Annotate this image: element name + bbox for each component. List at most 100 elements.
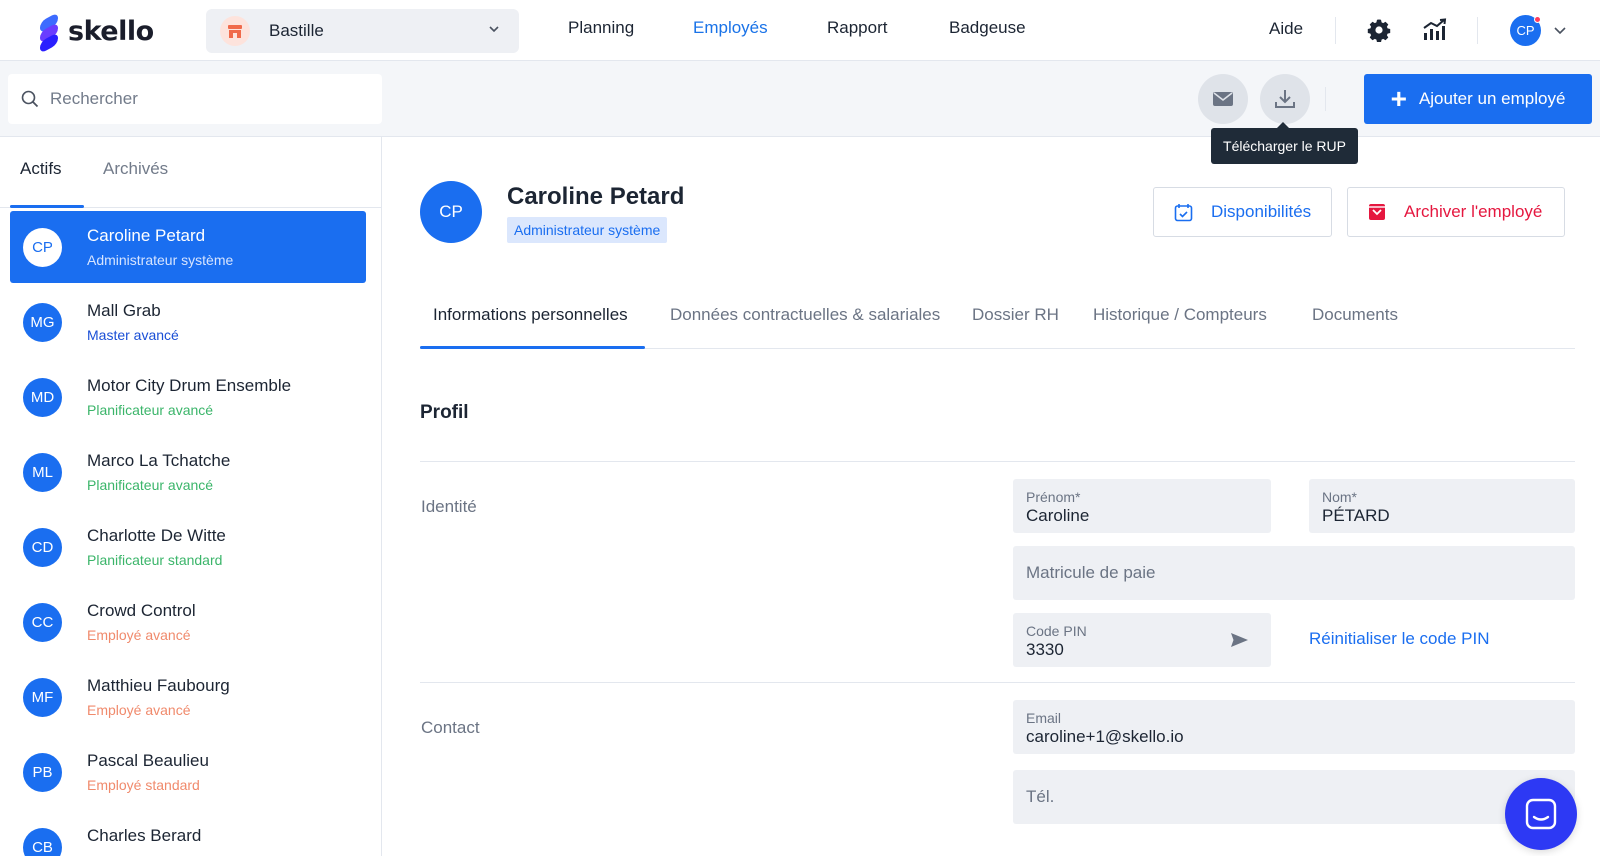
search-box[interactable] bbox=[8, 74, 382, 124]
lastname-field[interactable]: Nom* PÉTARD bbox=[1309, 479, 1575, 533]
skello-logo-icon bbox=[38, 12, 60, 54]
field-label: Email bbox=[1026, 710, 1062, 726]
employee-role: Employé avancé bbox=[87, 702, 191, 718]
availability-button[interactable]: Disponibilités bbox=[1153, 187, 1332, 237]
field-placeholder: Matricule de paie bbox=[1026, 563, 1156, 582]
download-icon bbox=[1275, 90, 1295, 108]
employee-list-item[interactable]: MG Mall Grab Master avancé bbox=[10, 286, 366, 358]
employee-list-item[interactable]: MD Motor City Drum Ensemble Planificateu… bbox=[10, 361, 366, 433]
send-email-button[interactable] bbox=[1198, 74, 1248, 124]
avatar: PB bbox=[23, 753, 62, 792]
avatar-initials: CP bbox=[1516, 23, 1535, 38]
avatar: ML bbox=[23, 453, 62, 492]
skello-logo[interactable]: skello bbox=[38, 12, 154, 54]
employee-list-item[interactable]: CC Crowd Control Employé avancé bbox=[10, 586, 366, 658]
avatar: CB bbox=[23, 828, 62, 856]
employee-name: Charlotte De Witte bbox=[87, 526, 226, 545]
page-title: Caroline Petard bbox=[507, 183, 685, 210]
employee-role: Planificateur standard bbox=[87, 552, 223, 568]
user-avatar[interactable]: CP bbox=[1510, 15, 1541, 46]
reset-pin-link[interactable]: Réinitialiser le code PIN bbox=[1309, 629, 1489, 649]
employee-name: Motor City Drum Ensemble bbox=[87, 376, 292, 395]
divider bbox=[420, 461, 1575, 462]
chat-launcher-button[interactable] bbox=[1505, 778, 1577, 850]
calendar-check-icon bbox=[1174, 203, 1193, 221]
archive-icon bbox=[1369, 204, 1385, 220]
nav-planning[interactable]: Planning bbox=[568, 18, 634, 38]
employee-name: Caroline Petard bbox=[87, 226, 206, 245]
tab-archives[interactable]: Archivés bbox=[103, 159, 168, 179]
avatar: CC bbox=[23, 603, 62, 642]
shop-selector[interactable]: Bastille bbox=[206, 9, 519, 53]
email-field[interactable]: Email caroline+1@skello.io bbox=[1013, 700, 1575, 754]
profile-tabs: Informations personnelles Données contra… bbox=[420, 287, 1575, 349]
employee-list-item[interactable]: CD Charlotte De Witte Planificateur stan… bbox=[10, 511, 366, 583]
employee-role: Employé standard bbox=[87, 777, 200, 793]
tab-hr-file[interactable]: Dossier RH bbox=[972, 305, 1059, 325]
search-icon bbox=[21, 90, 39, 108]
nav-rapport[interactable]: Rapport bbox=[827, 18, 887, 38]
field-value: caroline+1@skello.io bbox=[1026, 727, 1184, 746]
nav-badgeuse[interactable]: Badgeuse bbox=[949, 18, 1026, 38]
chevron-down-icon[interactable] bbox=[1553, 26, 1567, 36]
avatar: CD bbox=[23, 528, 62, 567]
logo-text: skello bbox=[68, 15, 154, 47]
firstname-field[interactable]: Prénom* Caroline bbox=[1013, 479, 1271, 533]
field-placeholder: Tél. bbox=[1026, 787, 1055, 806]
avatar: MG bbox=[23, 303, 62, 342]
field-label: Nom* bbox=[1322, 489, 1358, 505]
tab-contract-salary[interactable]: Données contractuelles & salariales bbox=[670, 305, 940, 325]
shop-icon bbox=[220, 16, 250, 46]
employee-name: Marco La Tchatche bbox=[87, 451, 231, 470]
employee-list-item[interactable]: CB Charles Berard bbox=[10, 811, 366, 856]
field-value: Caroline bbox=[1026, 506, 1090, 525]
plus-icon: + bbox=[1390, 83, 1407, 114]
employee-list-item[interactable]: ML Marco La Tchatche Planificateur avanc… bbox=[10, 436, 366, 508]
employee-role: Administrateur système bbox=[87, 252, 234, 268]
field-label: Code PIN bbox=[1026, 623, 1087, 639]
tab-actifs[interactable]: Actifs bbox=[20, 159, 62, 179]
active-tab-indicator bbox=[420, 346, 645, 349]
download-rup-tooltip: Télécharger le RUP bbox=[1211, 122, 1358, 164]
payroll-id-field[interactable]: Matricule de paie bbox=[1013, 546, 1575, 600]
tab-documents[interactable]: Documents bbox=[1312, 305, 1398, 325]
analytics-icon[interactable] bbox=[1422, 18, 1447, 41]
tab-history-counters[interactable]: Historique / Compteurs bbox=[1093, 305, 1267, 325]
help-link[interactable]: Aide bbox=[1269, 19, 1303, 39]
employee-name: Pascal Beaulieu bbox=[87, 751, 209, 770]
tab-personal-info[interactable]: Informations personnelles bbox=[433, 305, 628, 325]
add-employee-button[interactable]: + Ajouter un employé bbox=[1364, 74, 1592, 124]
gear-icon[interactable] bbox=[1367, 18, 1391, 42]
employee-detail: CP Caroline Petard Administrateur systèm… bbox=[383, 137, 1600, 856]
employee-role: Planificateur avancé bbox=[87, 477, 214, 493]
profile-avatar: CP bbox=[420, 181, 482, 243]
employee-list-item[interactable]: MF Matthieu Faubourg Employé avancé bbox=[10, 661, 366, 733]
section-title: Profil bbox=[420, 402, 469, 423]
divider bbox=[1477, 17, 1478, 44]
mail-icon bbox=[1213, 92, 1233, 106]
employee-name: Charles Berard bbox=[87, 826, 202, 845]
top-bar: skello Bastille Planning Employés Rappor… bbox=[0, 0, 1600, 61]
shop-label: Bastille bbox=[269, 21, 324, 40]
contact-label: Contact bbox=[421, 718, 480, 737]
notification-dot bbox=[1534, 16, 1541, 23]
toolbar: + Ajouter un employé bbox=[0, 61, 1600, 137]
employee-list-item[interactable]: CP Caroline Petard Administrateur systèm… bbox=[10, 211, 366, 283]
avatar: MF bbox=[23, 678, 62, 717]
send-icon[interactable] bbox=[1230, 632, 1249, 648]
role-badge: Administrateur système bbox=[507, 217, 668, 243]
archive-employee-button[interactable]: Archiver l'employé bbox=[1347, 187, 1565, 237]
employee-role: Master avancé bbox=[87, 327, 179, 343]
search-input[interactable] bbox=[50, 89, 350, 109]
field-label: Prénom* bbox=[1026, 489, 1081, 505]
field-value: 3330 bbox=[1026, 640, 1064, 659]
identity-label: Identité bbox=[421, 497, 477, 516]
nav-employes[interactable]: Employés bbox=[693, 18, 768, 38]
download-rup-button[interactable] bbox=[1260, 74, 1310, 124]
employee-name: Crowd Control bbox=[87, 601, 196, 620]
employee-role: Planificateur avancé bbox=[87, 402, 214, 418]
pin-code-field[interactable]: Code PIN 3330 bbox=[1013, 613, 1271, 667]
employee-list-item[interactable]: PB Pascal Beaulieu Employé standard bbox=[10, 736, 366, 808]
add-employee-label: Ajouter un employé bbox=[1418, 89, 1566, 108]
phone-field[interactable]: Tél. bbox=[1013, 770, 1575, 824]
